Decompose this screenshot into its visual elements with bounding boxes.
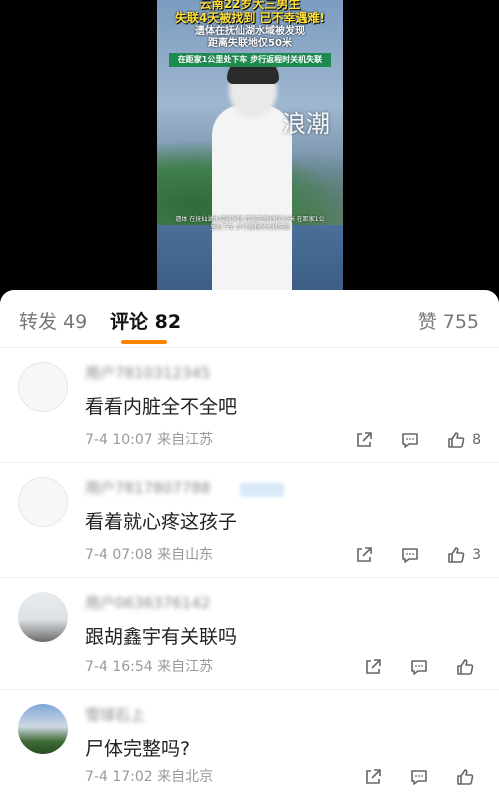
video-frame[interactable]: 云南22岁大三男生 失联4天被找到 已不幸遇难! 遗体在抚仙湖水域被发现 距离失… xyxy=(157,0,343,300)
reply-button[interactable] xyxy=(409,767,429,787)
comment-icon xyxy=(411,660,427,675)
comment-username[interactable]: 用户7810312345 xyxy=(85,364,210,382)
comments-panel: 转发 49 评论 82 赞 755 用户7810312345 看看内脏全不全吧 … xyxy=(0,290,499,800)
video-banner: 在距家1公里处下车 步行返程时关机失联 xyxy=(169,53,331,67)
tab-comments[interactable]: 评论 82 xyxy=(110,310,181,334)
comment-icon xyxy=(402,548,418,563)
comment-actions xyxy=(337,656,481,678)
comment-actions: 8 xyxy=(328,429,481,451)
comment-actions xyxy=(337,766,481,788)
avatar[interactable] xyxy=(18,362,68,412)
avatar[interactable] xyxy=(18,704,68,754)
comment-username[interactable]: 雪球石上 xyxy=(85,706,145,724)
video-headline-line2: 失联4天被找到 已不幸遇难! xyxy=(174,11,325,25)
like-button[interactable] xyxy=(455,767,481,787)
video-subtitle-line1: 遗体在抚仙湖水域被发现 xyxy=(195,26,305,37)
comment-time: 7-4 10:07 xyxy=(85,432,153,448)
like-button[interactable] xyxy=(455,657,481,677)
comment-icon xyxy=(411,770,427,785)
tab-bar: 转发 49 评论 82 赞 755 xyxy=(0,290,499,348)
comment-meta: 7-4 07:08 来自山东 xyxy=(85,546,213,564)
share-icon xyxy=(366,769,381,784)
reply-button[interactable] xyxy=(400,545,420,565)
video-player[interactable]: 云南22岁大三男生 失联4天被找到 已不幸遇难! 遗体在抚仙湖水域被发现 距离失… xyxy=(0,0,499,300)
comment-item[interactable]: 用户7817807788 看着就心疼这孩子 7-4 07:08 来自山东 3 xyxy=(0,463,499,578)
comment-location: 来自山东 xyxy=(157,547,214,563)
thumbs-up-icon xyxy=(448,547,465,563)
active-tab-indicator xyxy=(121,340,167,344)
comment-time: 7-4 17:02 xyxy=(85,769,153,785)
like-button[interactable]: 8 xyxy=(446,430,481,450)
video-headline-line1: 云南22岁大三男生 xyxy=(199,0,301,11)
tab-likes[interactable]: 赞 755 xyxy=(418,310,479,334)
thumbs-up-icon xyxy=(457,769,474,785)
video-subtitle-line2: 距离失联地仅50米 xyxy=(208,38,292,49)
share-icon xyxy=(366,659,381,674)
comment-text: 看看内脏全不全吧 xyxy=(85,396,238,418)
like-button[interactable]: 3 xyxy=(446,545,481,565)
comment-item[interactable]: 用户7810312345 看看内脏全不全吧 7-4 10:07 来自江苏 8 xyxy=(0,348,499,463)
comment-location: 来自江苏 xyxy=(157,432,214,448)
comment-meta: 7-4 10:07 来自江苏 xyxy=(85,431,213,449)
comment-icon xyxy=(402,433,418,448)
reply-button[interactable] xyxy=(400,430,420,450)
comment-time: 7-4 07:08 xyxy=(85,547,153,563)
video-person xyxy=(212,105,292,300)
share-button[interactable] xyxy=(363,657,383,677)
share-button[interactable] xyxy=(354,430,374,450)
share-button[interactable] xyxy=(354,545,374,565)
reply-button[interactable] xyxy=(409,657,429,677)
comment-text: 尸体完整吗? xyxy=(85,738,191,760)
like-count: 8 xyxy=(472,432,481,448)
comment-location: 来自江苏 xyxy=(157,659,214,675)
share-button[interactable] xyxy=(363,767,383,787)
comment-username[interactable]: 用户0636376142 xyxy=(85,594,210,612)
comment-location: 来自北京 xyxy=(157,769,214,785)
comment-text: 跟胡鑫宇有关联吗 xyxy=(85,626,238,648)
comment-meta: 7-4 16:54 来自江苏 xyxy=(85,658,213,676)
share-icon xyxy=(357,432,372,447)
comment-username[interactable]: 用户7817807788 xyxy=(85,479,210,497)
thumbs-up-icon xyxy=(448,432,465,448)
member-badge xyxy=(240,483,284,497)
comment-actions: 3 xyxy=(328,544,481,566)
comment-time: 7-4 16:54 xyxy=(85,659,153,675)
share-icon xyxy=(357,547,372,562)
comment-item[interactable]: 雪球石上 尸体完整吗? 7-4 17:02 来自北京 xyxy=(0,690,499,800)
avatar[interactable] xyxy=(18,592,68,642)
like-count: 3 xyxy=(472,547,481,563)
comment-item[interactable]: 用户0636376142 跟胡鑫宇有关联吗 7-4 16:54 来自江苏 xyxy=(0,578,499,690)
comment-text: 看着就心疼这孩子 xyxy=(85,511,238,533)
thumbs-up-icon xyxy=(457,659,474,675)
comment-meta: 7-4 17:02 来自北京 xyxy=(85,768,213,786)
video-caption: 遗体 在抚仙湖水域被发现 距离失联地仅50米 在距家1公里处下车 步行返程时关机… xyxy=(175,216,325,231)
tab-repost[interactable]: 转发 49 xyxy=(19,310,87,334)
avatar[interactable] xyxy=(18,477,68,527)
video-watermark: 浪潮 xyxy=(282,110,330,138)
